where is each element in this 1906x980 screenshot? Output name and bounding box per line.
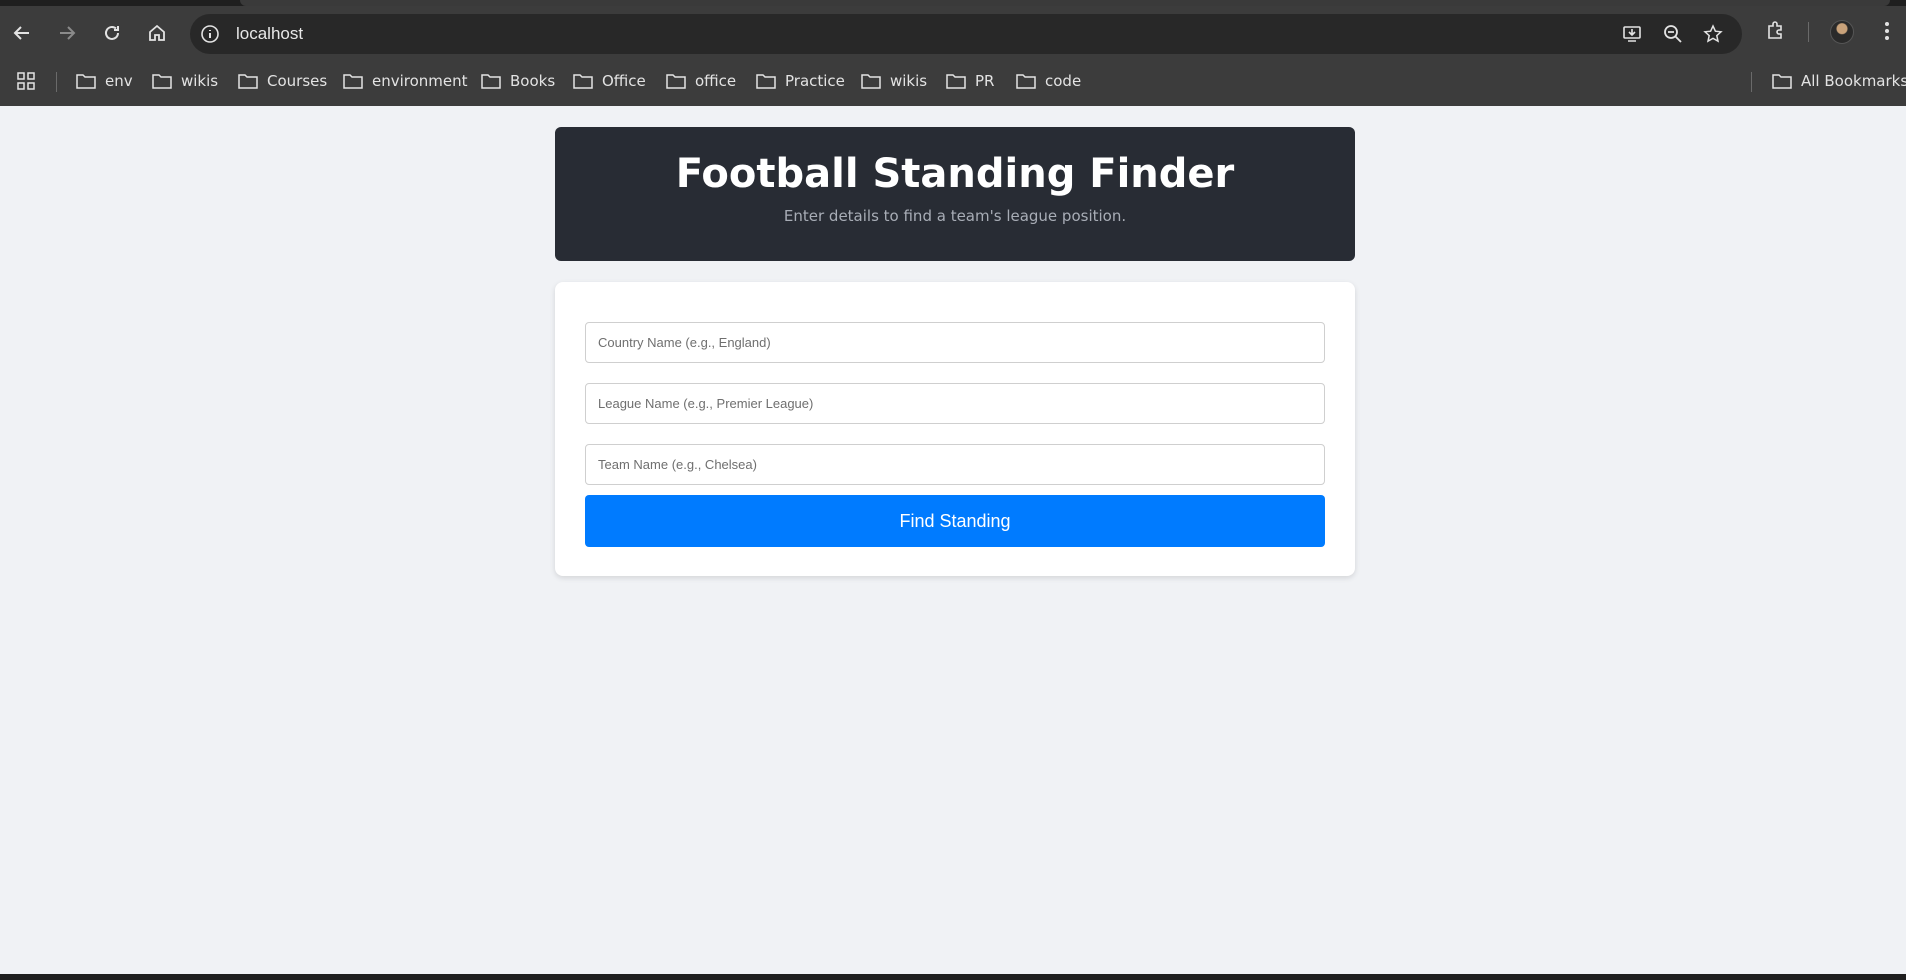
reload-button[interactable] — [95, 16, 129, 50]
toolbar-divider — [1808, 22, 1809, 42]
bookmark-label: wikis — [890, 72, 928, 90]
bookmark-label: wikis — [181, 72, 219, 90]
folder-icon — [238, 74, 258, 89]
forward-button[interactable] — [50, 16, 84, 50]
app-header: Football Standing Finder Enter details t… — [555, 127, 1355, 261]
bookmark-label: office — [695, 72, 737, 90]
window-bottom-edge — [0, 974, 1906, 980]
bookmark-folder[interactable]: wikis — [861, 64, 927, 98]
extensions-icon[interactable] — [1764, 20, 1786, 42]
folder-icon — [573, 74, 593, 89]
bookmark-folder[interactable]: Courses — [238, 64, 327, 98]
browser-toolbar: localhost — [0, 6, 1906, 64]
folder-icon — [76, 74, 96, 89]
bookmark-folder[interactable]: environment — [343, 64, 468, 98]
bookmarks-divider — [1751, 72, 1752, 92]
arrow-right-icon — [60, 26, 76, 40]
site-info-icon[interactable] — [200, 24, 220, 44]
reload-icon — [105, 25, 119, 40]
find-standing-button[interactable]: Find Standing — [585, 495, 1325, 547]
all-bookmarks-button[interactable]: All Bookmarks — [1772, 64, 1906, 98]
folder-icon — [152, 74, 172, 89]
bookmark-label: code — [1045, 72, 1082, 90]
bookmarks-divider — [56, 72, 57, 92]
bookmark-folder[interactable]: code — [1016, 64, 1081, 98]
folder-icon — [756, 74, 776, 89]
folder-icon — [1016, 74, 1036, 89]
folder-icon — [1772, 74, 1792, 89]
profile-avatar[interactable] — [1830, 20, 1854, 44]
bookmark-label: Office — [602, 72, 646, 90]
home-button[interactable] — [140, 16, 174, 50]
url-text[interactable]: localhost — [236, 14, 303, 54]
page-subtitle: Enter details to find a team's league po… — [783, 207, 1127, 225]
bookmark-label: Courses — [267, 72, 328, 90]
bookmark-folder[interactable]: Books — [481, 64, 555, 98]
bookmarks-bar: env wikis Courses environment Books Offi… — [0, 64, 1906, 106]
bookmark-label: PR — [975, 72, 995, 90]
star-icon[interactable] — [1703, 24, 1723, 44]
page-title: Football Standing Finder — [675, 151, 1235, 197]
bookmark-label: Books — [510, 72, 556, 90]
folder-icon — [861, 74, 881, 89]
home-icon — [149, 24, 165, 41]
all-bookmarks-label: All Bookmarks — [1801, 72, 1906, 90]
folder-icon — [666, 74, 686, 89]
team-input[interactable] — [585, 444, 1325, 485]
search-form: Find Standing — [555, 282, 1355, 576]
bookmark-label: Practice — [785, 72, 845, 90]
bookmark-folder[interactable]: PR — [946, 64, 994, 98]
bookmark-label: env — [105, 72, 133, 90]
apps-grid-icon[interactable] — [16, 71, 36, 91]
bookmark-folder[interactable]: env — [76, 64, 133, 98]
address-bar[interactable]: localhost — [190, 14, 1742, 54]
install-app-icon[interactable] — [1622, 24, 1642, 44]
zoom-icon[interactable] — [1663, 24, 1683, 44]
league-input[interactable] — [585, 383, 1325, 424]
bookmark-folder[interactable]: wikis — [152, 64, 218, 98]
folder-icon — [481, 74, 501, 89]
folder-icon — [946, 74, 966, 89]
bookmark-folder[interactable]: Office — [573, 64, 646, 98]
country-input[interactable] — [585, 322, 1325, 363]
bookmark-folder[interactable]: Practice — [756, 64, 845, 98]
back-button[interactable] — [5, 16, 39, 50]
bookmark-folder[interactable]: office — [666, 64, 736, 98]
arrow-left-icon — [13, 26, 29, 40]
kebab-menu-icon[interactable] — [1876, 20, 1898, 42]
folder-icon — [343, 74, 363, 89]
bookmark-label: environment — [372, 72, 468, 90]
